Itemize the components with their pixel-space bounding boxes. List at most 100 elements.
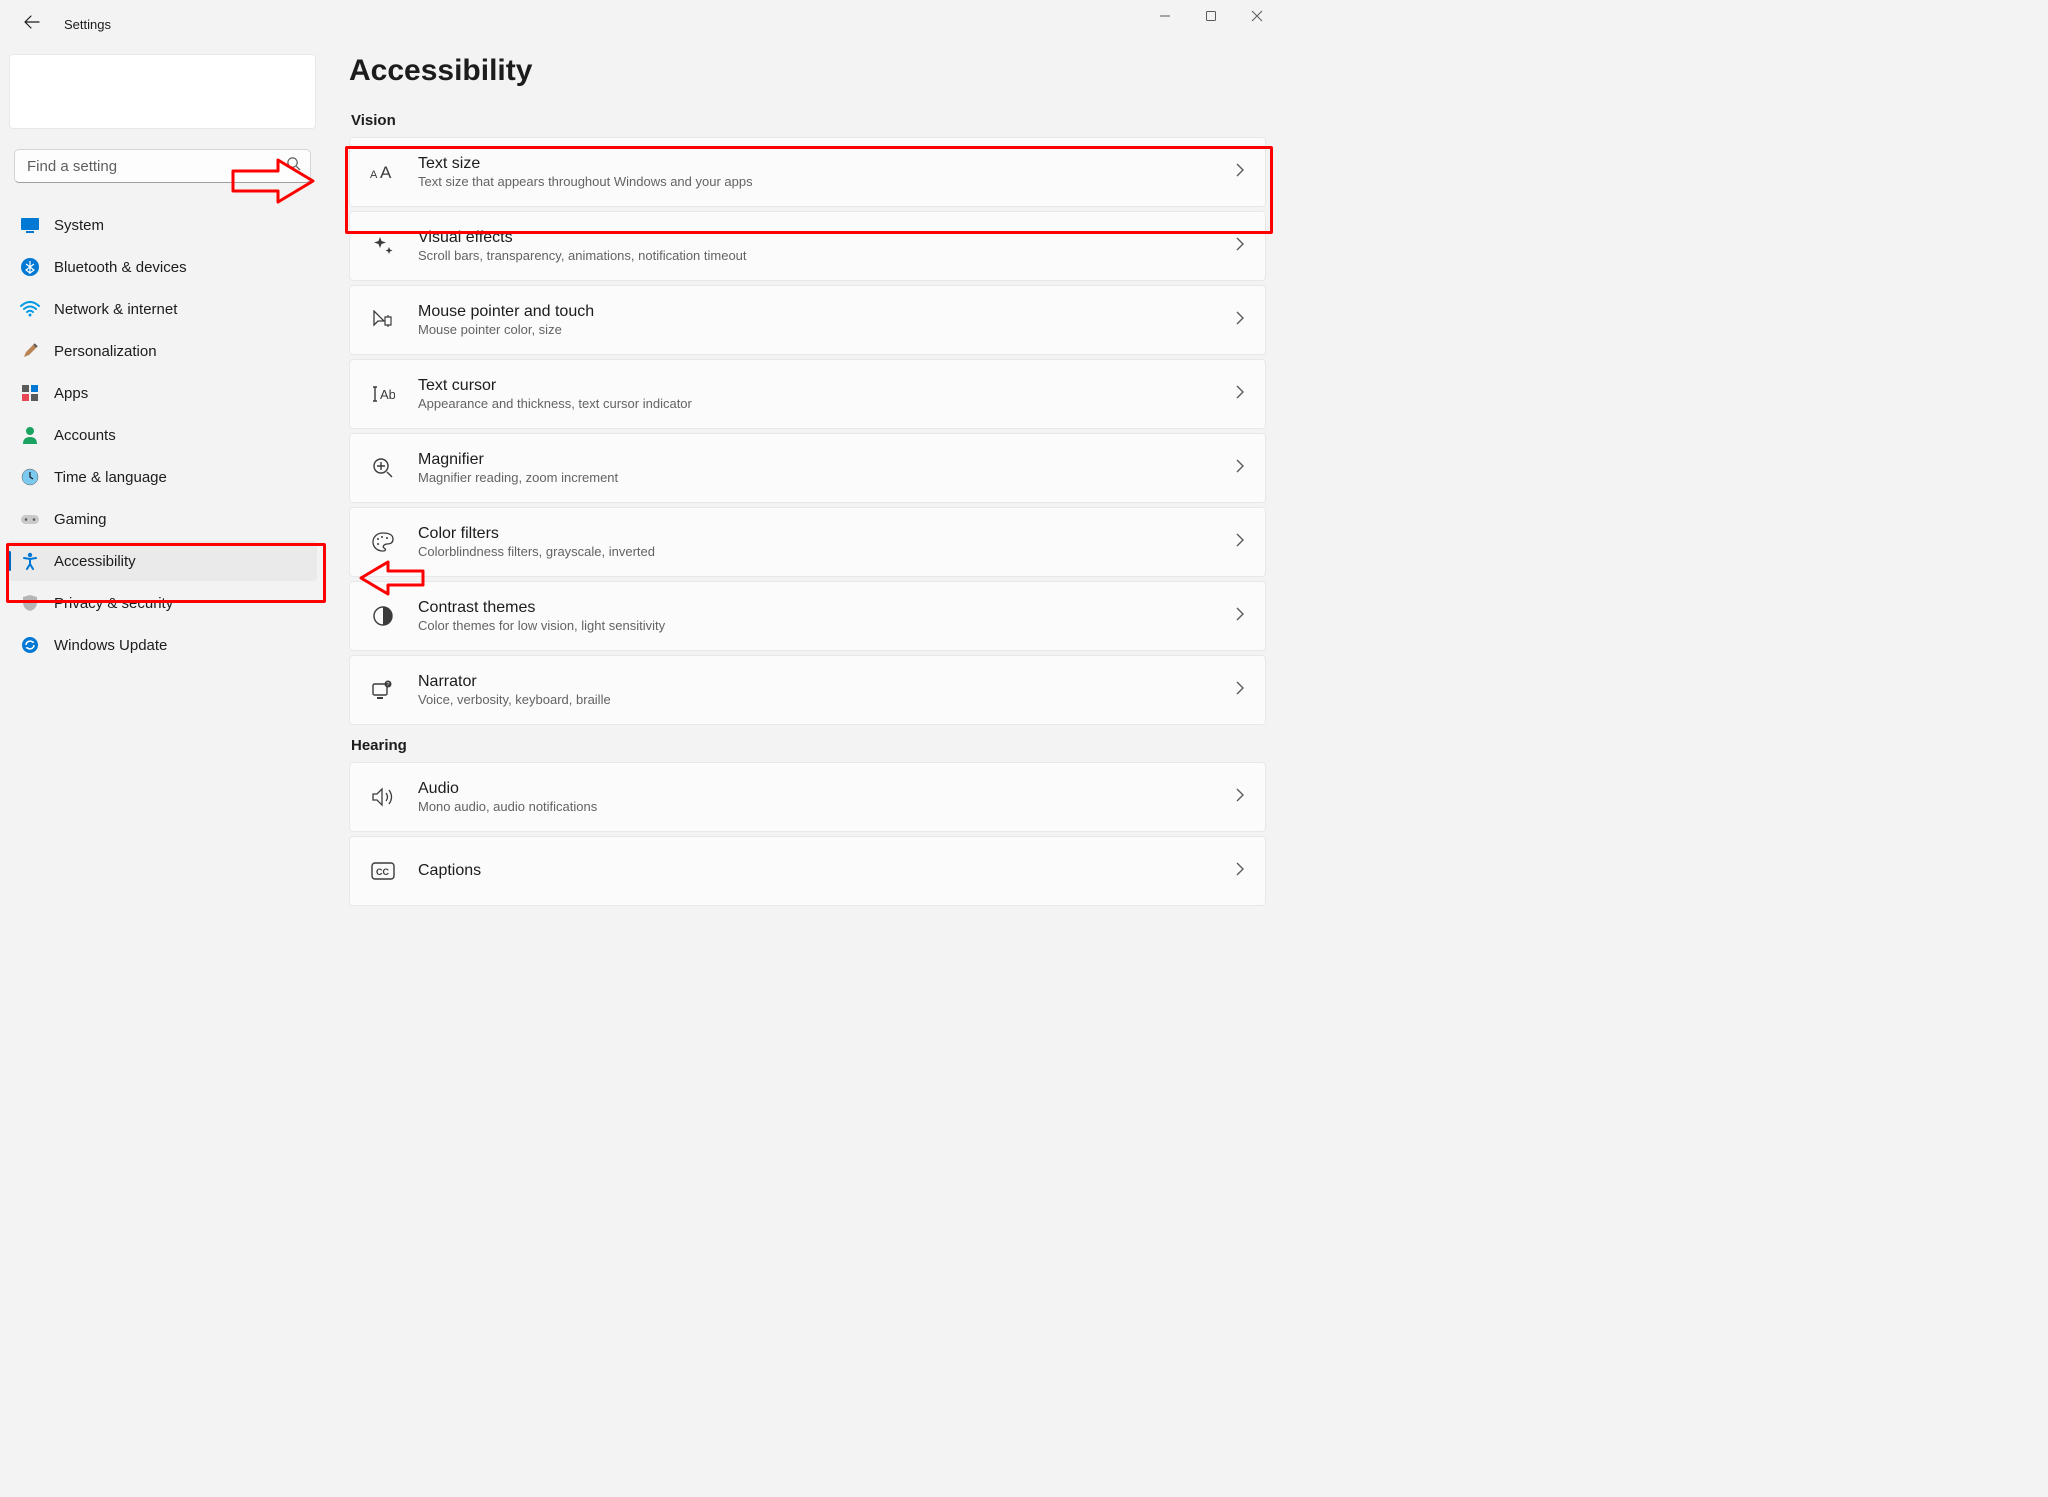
tile-visual-effects[interactable]: Visual effects Scroll bars, transparency… xyxy=(349,211,1266,281)
tile-title: Text size xyxy=(418,155,1235,173)
sidebar-item-personalization[interactable]: Personalization xyxy=(8,331,317,371)
chevron-right-icon xyxy=(1235,311,1245,330)
tile-subtitle: Voice, verbosity, keyboard, braille xyxy=(418,692,1235,707)
tile-audio[interactable]: Audio Mono audio, audio notifications xyxy=(349,762,1266,832)
back-arrow-icon xyxy=(24,14,40,30)
profile-card[interactable] xyxy=(9,54,316,129)
tile-mouse-pointer[interactable]: Mouse pointer and touch Mouse pointer co… xyxy=(349,285,1266,355)
tile-magnifier[interactable]: Magnifier Magnifier reading, zoom increm… xyxy=(349,433,1266,503)
tile-subtitle: Color themes for low vision, light sensi… xyxy=(418,618,1235,633)
sidebar-item-network[interactable]: Network & internet xyxy=(8,289,317,329)
tile-title: Mouse pointer and touch xyxy=(418,303,1235,321)
tile-subtitle: Scroll bars, transparency, animations, n… xyxy=(418,248,1235,263)
sidebar-item-label: Personalization xyxy=(54,343,157,360)
magnifier-icon xyxy=(370,455,396,481)
chevron-right-icon xyxy=(1235,163,1245,182)
sidebar-item-bluetooth[interactable]: Bluetooth & devices xyxy=(8,247,317,287)
tile-captions[interactable]: CC Captions xyxy=(349,836,1266,906)
clock-icon xyxy=(20,467,40,487)
tile-subtitle: Mono audio, audio notifications xyxy=(418,799,1235,814)
sidebar-item-label: Apps xyxy=(54,385,88,402)
window-controls xyxy=(1142,0,1280,32)
chevron-right-icon xyxy=(1235,788,1245,807)
chevron-right-icon xyxy=(1235,862,1245,881)
svg-text:Ab: Ab xyxy=(380,387,395,402)
sidebar-item-label: Network & internet xyxy=(54,301,177,318)
accessibility-icon xyxy=(20,551,40,571)
tile-title: Text cursor xyxy=(418,377,1235,395)
back-button[interactable] xyxy=(16,10,48,39)
close-button[interactable] xyxy=(1234,0,1280,32)
chevron-right-icon xyxy=(1235,607,1245,626)
chevron-right-icon xyxy=(1235,681,1245,700)
palette-icon xyxy=(370,529,396,555)
update-icon xyxy=(20,635,40,655)
tile-subtitle: Mouse pointer color, size xyxy=(418,322,1235,337)
paintbrush-icon xyxy=(20,341,40,361)
page-title: Accessibility xyxy=(349,54,1266,88)
svg-text:?: ? xyxy=(386,682,389,688)
section-header-hearing: Hearing xyxy=(351,737,1266,754)
section-header-vision: Vision xyxy=(351,112,1266,129)
sidebar-item-label: Gaming xyxy=(54,511,107,528)
tile-title: Narrator xyxy=(418,673,1235,691)
apps-icon xyxy=(20,383,40,403)
svg-text:A: A xyxy=(370,169,378,181)
bluetooth-icon xyxy=(20,257,40,277)
tile-text-cursor[interactable]: Ab Text cursor Appearance and thickness,… xyxy=(349,359,1266,429)
narrator-icon: ? xyxy=(370,677,396,703)
chevron-right-icon xyxy=(1235,385,1245,404)
tile-text-size[interactable]: AA Text size Text size that appears thro… xyxy=(349,137,1266,207)
tile-color-filters[interactable]: Color filters Colorblindness filters, gr… xyxy=(349,507,1266,577)
tile-title: Contrast themes xyxy=(418,599,1235,617)
shield-icon xyxy=(20,593,40,613)
textcursor-icon: Ab xyxy=(370,381,396,407)
captions-icon: CC xyxy=(370,858,396,884)
tile-subtitle: Appearance and thickness, text cursor in… xyxy=(418,396,1235,411)
gamepad-icon xyxy=(20,509,40,529)
nav-list: System Bluetooth & devices Network & int… xyxy=(8,203,317,667)
tile-subtitle: Text size that appears throughout Window… xyxy=(418,174,1235,189)
contrast-icon xyxy=(370,603,396,629)
sidebar-item-windows-update[interactable]: Windows Update xyxy=(8,625,317,665)
sidebar-item-system[interactable]: System xyxy=(8,205,317,245)
sidebar-item-privacy[interactable]: Privacy & security xyxy=(8,583,317,623)
search-icon xyxy=(286,156,301,176)
sidebar-item-label: System xyxy=(54,217,104,234)
main-content: Accessibility Vision AA Text size Text s… xyxy=(325,48,1280,936)
sidebar-item-label: Bluetooth & devices xyxy=(54,259,187,276)
sidebar-item-time-language[interactable]: Time & language xyxy=(8,457,317,497)
chevron-right-icon xyxy=(1235,237,1245,256)
sidebar-item-gaming[interactable]: Gaming xyxy=(8,499,317,539)
sparkle-icon xyxy=(370,233,396,259)
chevron-right-icon xyxy=(1235,533,1245,552)
sidebar-item-label: Time & language xyxy=(54,469,167,486)
sidebar-item-apps[interactable]: Apps xyxy=(8,373,317,413)
search-input[interactable] xyxy=(14,149,311,183)
tile-title: Color filters xyxy=(418,525,1235,543)
sidebar-item-label: Privacy & security xyxy=(54,595,173,612)
display-icon xyxy=(20,215,40,235)
svg-text:A: A xyxy=(380,163,392,182)
tile-title: Audio xyxy=(418,780,1235,798)
cursor-icon xyxy=(370,307,396,333)
sidebar: System Bluetooth & devices Network & int… xyxy=(0,48,325,936)
maximize-button[interactable] xyxy=(1188,0,1234,32)
tile-narrator[interactable]: ? Narrator Voice, verbosity, keyboard, b… xyxy=(349,655,1266,725)
tile-subtitle: Magnifier reading, zoom increment xyxy=(418,470,1235,485)
person-icon xyxy=(20,425,40,445)
tile-title: Captions xyxy=(418,862,1235,880)
sidebar-item-accounts[interactable]: Accounts xyxy=(8,415,317,455)
minimize-button[interactable] xyxy=(1142,0,1188,32)
tile-title: Magnifier xyxy=(418,451,1235,469)
sidebar-item-label: Accounts xyxy=(54,427,116,444)
sidebar-item-label: Windows Update xyxy=(54,637,167,654)
sidebar-item-accessibility[interactable]: Accessibility xyxy=(8,541,317,581)
tile-contrast-themes[interactable]: Contrast themes Color themes for low vis… xyxy=(349,581,1266,651)
tile-subtitle: Colorblindness filters, grayscale, inver… xyxy=(418,544,1235,559)
tile-title: Visual effects xyxy=(418,229,1235,247)
titlebar: Settings xyxy=(0,0,1280,48)
sidebar-item-label: Accessibility xyxy=(54,553,136,570)
chevron-right-icon xyxy=(1235,459,1245,478)
textsize-icon: AA xyxy=(370,159,396,185)
